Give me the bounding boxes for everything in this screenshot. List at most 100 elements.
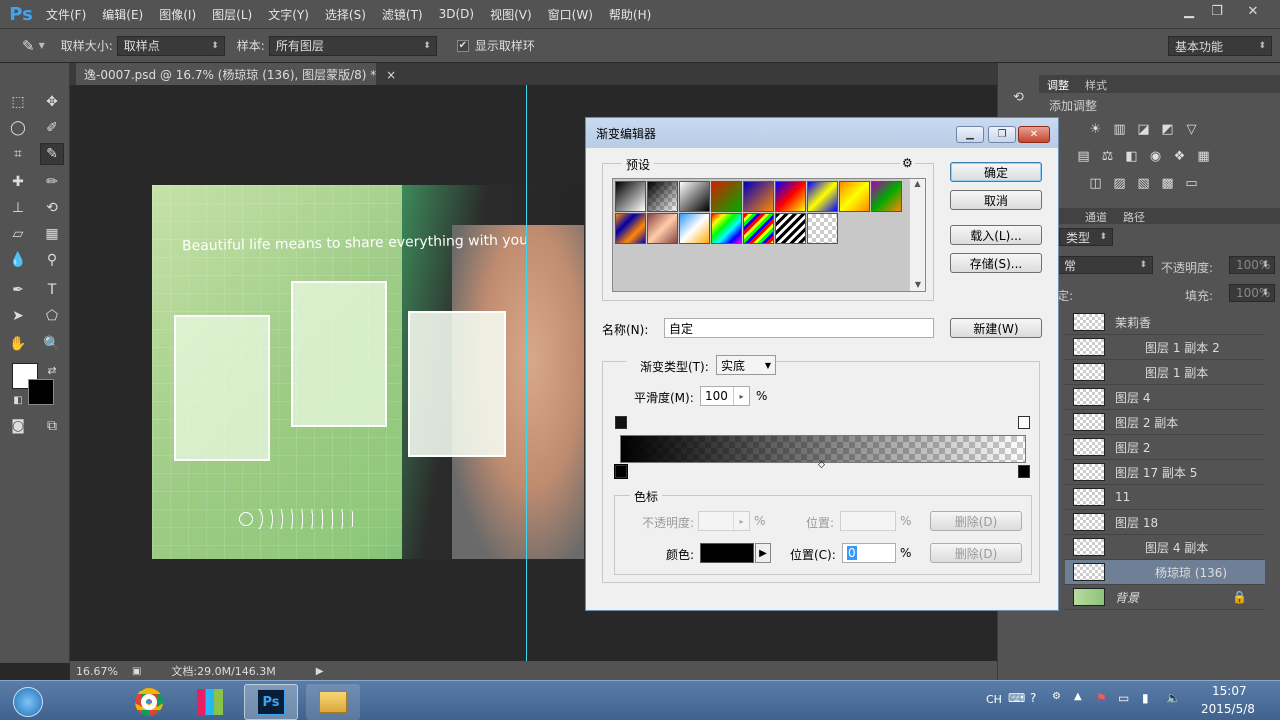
minimize-button[interactable]: ▁ xyxy=(1174,0,1204,22)
blend-mode-select[interactable]: 常 xyxy=(1057,256,1153,274)
layer-kind-select[interactable]: 类型 xyxy=(1059,228,1113,246)
screen-mode-icon[interactable]: ⧉ xyxy=(40,415,64,437)
gradient-map-icon[interactable]: ▩ xyxy=(1159,175,1176,192)
load-button[interactable]: 载入(L)... xyxy=(950,225,1042,245)
lasso-tool-icon[interactable]: ◯ xyxy=(6,117,30,139)
type-tool-icon[interactable]: T xyxy=(40,279,64,301)
layer-row[interactable]: 图层 4 副本 xyxy=(1065,535,1265,560)
preset-swatch[interactable] xyxy=(807,181,838,212)
layer-row[interactable]: 图层 1 副本 xyxy=(1065,360,1265,385)
history-brush-tool-icon[interactable]: ⟲ xyxy=(40,197,64,219)
color-stop-right[interactable] xyxy=(1018,465,1030,478)
guide-line[interactable] xyxy=(526,85,527,661)
play-icon[interactable]: ▶ xyxy=(316,666,324,677)
document-tab[interactable]: 逸-0007.psd @ 16.7% (杨琼琼 (136), 图层蒙版/8) *… xyxy=(76,63,396,85)
clock-date[interactable]: 2015/5/8 xyxy=(1201,702,1255,716)
preset-swatch[interactable] xyxy=(711,181,742,212)
menu-image[interactable]: 图像(I) xyxy=(151,6,204,23)
menu-3d[interactable]: 3D(D) xyxy=(431,7,482,21)
selective-color-icon[interactable]: ▭ xyxy=(1183,175,1200,192)
clock-time[interactable]: 15:07 xyxy=(1212,684,1247,698)
workspace-select[interactable]: 基本功能 xyxy=(1168,36,1272,56)
preset-swatch[interactable] xyxy=(743,213,774,244)
help-icon[interactable]: ? xyxy=(1030,691,1036,705)
move-tool-icon[interactable]: ✥ xyxy=(40,91,64,113)
name-input[interactable]: 自定 xyxy=(664,318,934,338)
background-color-swatch[interactable] xyxy=(28,379,54,405)
save-button[interactable]: 存储(S)... xyxy=(950,253,1042,273)
menu-window[interactable]: 窗口(W) xyxy=(540,6,601,23)
gradient-type-select[interactable]: 实底 ▼ xyxy=(716,355,776,375)
healing-tool-icon[interactable]: ✚ xyxy=(6,171,30,193)
smoothness-input[interactable]: 100 ▸ xyxy=(700,386,750,406)
eraser-tool-icon[interactable]: ▱ xyxy=(6,223,30,245)
layer-row[interactable]: 背景 🔒 xyxy=(1065,585,1265,610)
tab-channels[interactable]: 通道 xyxy=(1085,209,1107,225)
tab-adjust[interactable]: 调整 xyxy=(1047,77,1069,93)
layer-row[interactable]: 图层 2 副本 xyxy=(1065,410,1265,435)
preset-swatch[interactable] xyxy=(679,213,710,244)
input-language[interactable]: CH xyxy=(986,693,1002,706)
gear-icon[interactable]: ⚙ xyxy=(900,156,915,170)
explorer-taskbar-icon[interactable] xyxy=(306,684,360,720)
zoom-level[interactable]: 16.67% xyxy=(76,665,118,678)
layer-row[interactable]: 图层 17 副本 5 xyxy=(1065,460,1265,485)
layer-row[interactable]: 图层 1 副本 2 xyxy=(1065,335,1265,360)
sample-select[interactable]: 所有图层 xyxy=(268,35,437,56)
preset-swatch[interactable] xyxy=(679,181,710,212)
sample-size-select[interactable]: 取样点 xyxy=(116,35,225,56)
opacity-stop-right[interactable] xyxy=(1018,416,1030,429)
black-white-icon[interactable]: ◧ xyxy=(1123,148,1140,165)
network-icon[interactable]: ▮ xyxy=(1142,691,1149,705)
action-center-icon[interactable]: ⚑ xyxy=(1096,691,1107,705)
preset-swatch[interactable] xyxy=(775,181,806,212)
settings-icon[interactable]: ⚙ xyxy=(1052,691,1061,702)
menu-select[interactable]: 选择(S) xyxy=(317,6,374,23)
preset-swatch[interactable] xyxy=(647,213,678,244)
preset-swatch[interactable] xyxy=(743,181,774,212)
tray-expand-icon[interactable]: ▲ xyxy=(1074,691,1082,702)
hue-saturation-icon[interactable]: ▤ xyxy=(1075,148,1092,165)
menu-help[interactable]: 帮助(H) xyxy=(601,6,659,23)
exposure-icon[interactable]: ◩ xyxy=(1159,121,1176,138)
preset-swatch[interactable] xyxy=(615,213,646,244)
stop-color-swatch[interactable] xyxy=(700,543,754,563)
curves-icon[interactable]: ◪ xyxy=(1135,121,1152,138)
menu-type[interactable]: 文字(Y) xyxy=(260,6,317,23)
ok-button[interactable]: 确定 xyxy=(950,162,1042,182)
preset-swatch[interactable] xyxy=(871,181,902,212)
fill-input[interactable]: 100% xyxy=(1229,284,1275,302)
dialog-restore-button[interactable]: ❐ xyxy=(988,126,1016,143)
dialog-close-button[interactable]: ✕ xyxy=(1018,126,1050,143)
keyboard-icon[interactable]: ⌨ xyxy=(1008,691,1025,705)
color-lookup-icon[interactable]: ▦ xyxy=(1195,148,1212,165)
eyedropper-tool-icon[interactable]: ✎ xyxy=(40,143,64,165)
chevron-down-icon[interactable]: ▼ xyxy=(39,41,45,50)
preset-swatch[interactable] xyxy=(647,181,678,212)
invert-icon[interactable]: ◫ xyxy=(1087,175,1104,192)
history-panel-icon[interactable]: ⟲ xyxy=(1010,89,1027,106)
power-icon[interactable]: ▭ xyxy=(1118,691,1129,705)
pen-tool-icon[interactable]: ✒ xyxy=(6,279,30,301)
quick-mask-icon[interactable]: ◙ xyxy=(6,415,30,437)
tab-style[interactable]: 样式 xyxy=(1085,77,1107,93)
menu-view[interactable]: 视图(V) xyxy=(482,6,540,23)
layer-row[interactable]: 图层 4 xyxy=(1065,385,1265,410)
dodge-tool-icon[interactable]: ⚲ xyxy=(40,249,64,271)
opacity-stop-left[interactable] xyxy=(615,416,627,429)
metro-app-taskbar-icon[interactable] xyxy=(183,684,237,720)
close-icon[interactable]: × xyxy=(386,68,396,82)
default-colors-icon[interactable]: ◧ xyxy=(6,389,30,411)
opacity-input[interactable]: 100% xyxy=(1229,256,1275,274)
preset-swatch[interactable] xyxy=(615,181,646,212)
preset-swatch[interactable] xyxy=(711,213,742,244)
preset-swatch[interactable] xyxy=(775,213,806,244)
color-menu-arrow-icon[interactable]: ▶ xyxy=(755,543,771,563)
layer-row[interactable]: 茉莉香 xyxy=(1065,310,1265,335)
layer-row[interactable]: 图层 18 xyxy=(1065,510,1265,535)
channel-mixer-icon[interactable]: ❖ xyxy=(1171,148,1188,165)
stepper-arrow-icon[interactable]: ▸ xyxy=(733,387,749,405)
gradient-tool-icon[interactable]: ▦ xyxy=(40,223,64,245)
restore-button[interactable]: ❐ xyxy=(1202,0,1232,22)
brush-tool-icon[interactable]: ✏ xyxy=(40,171,64,193)
